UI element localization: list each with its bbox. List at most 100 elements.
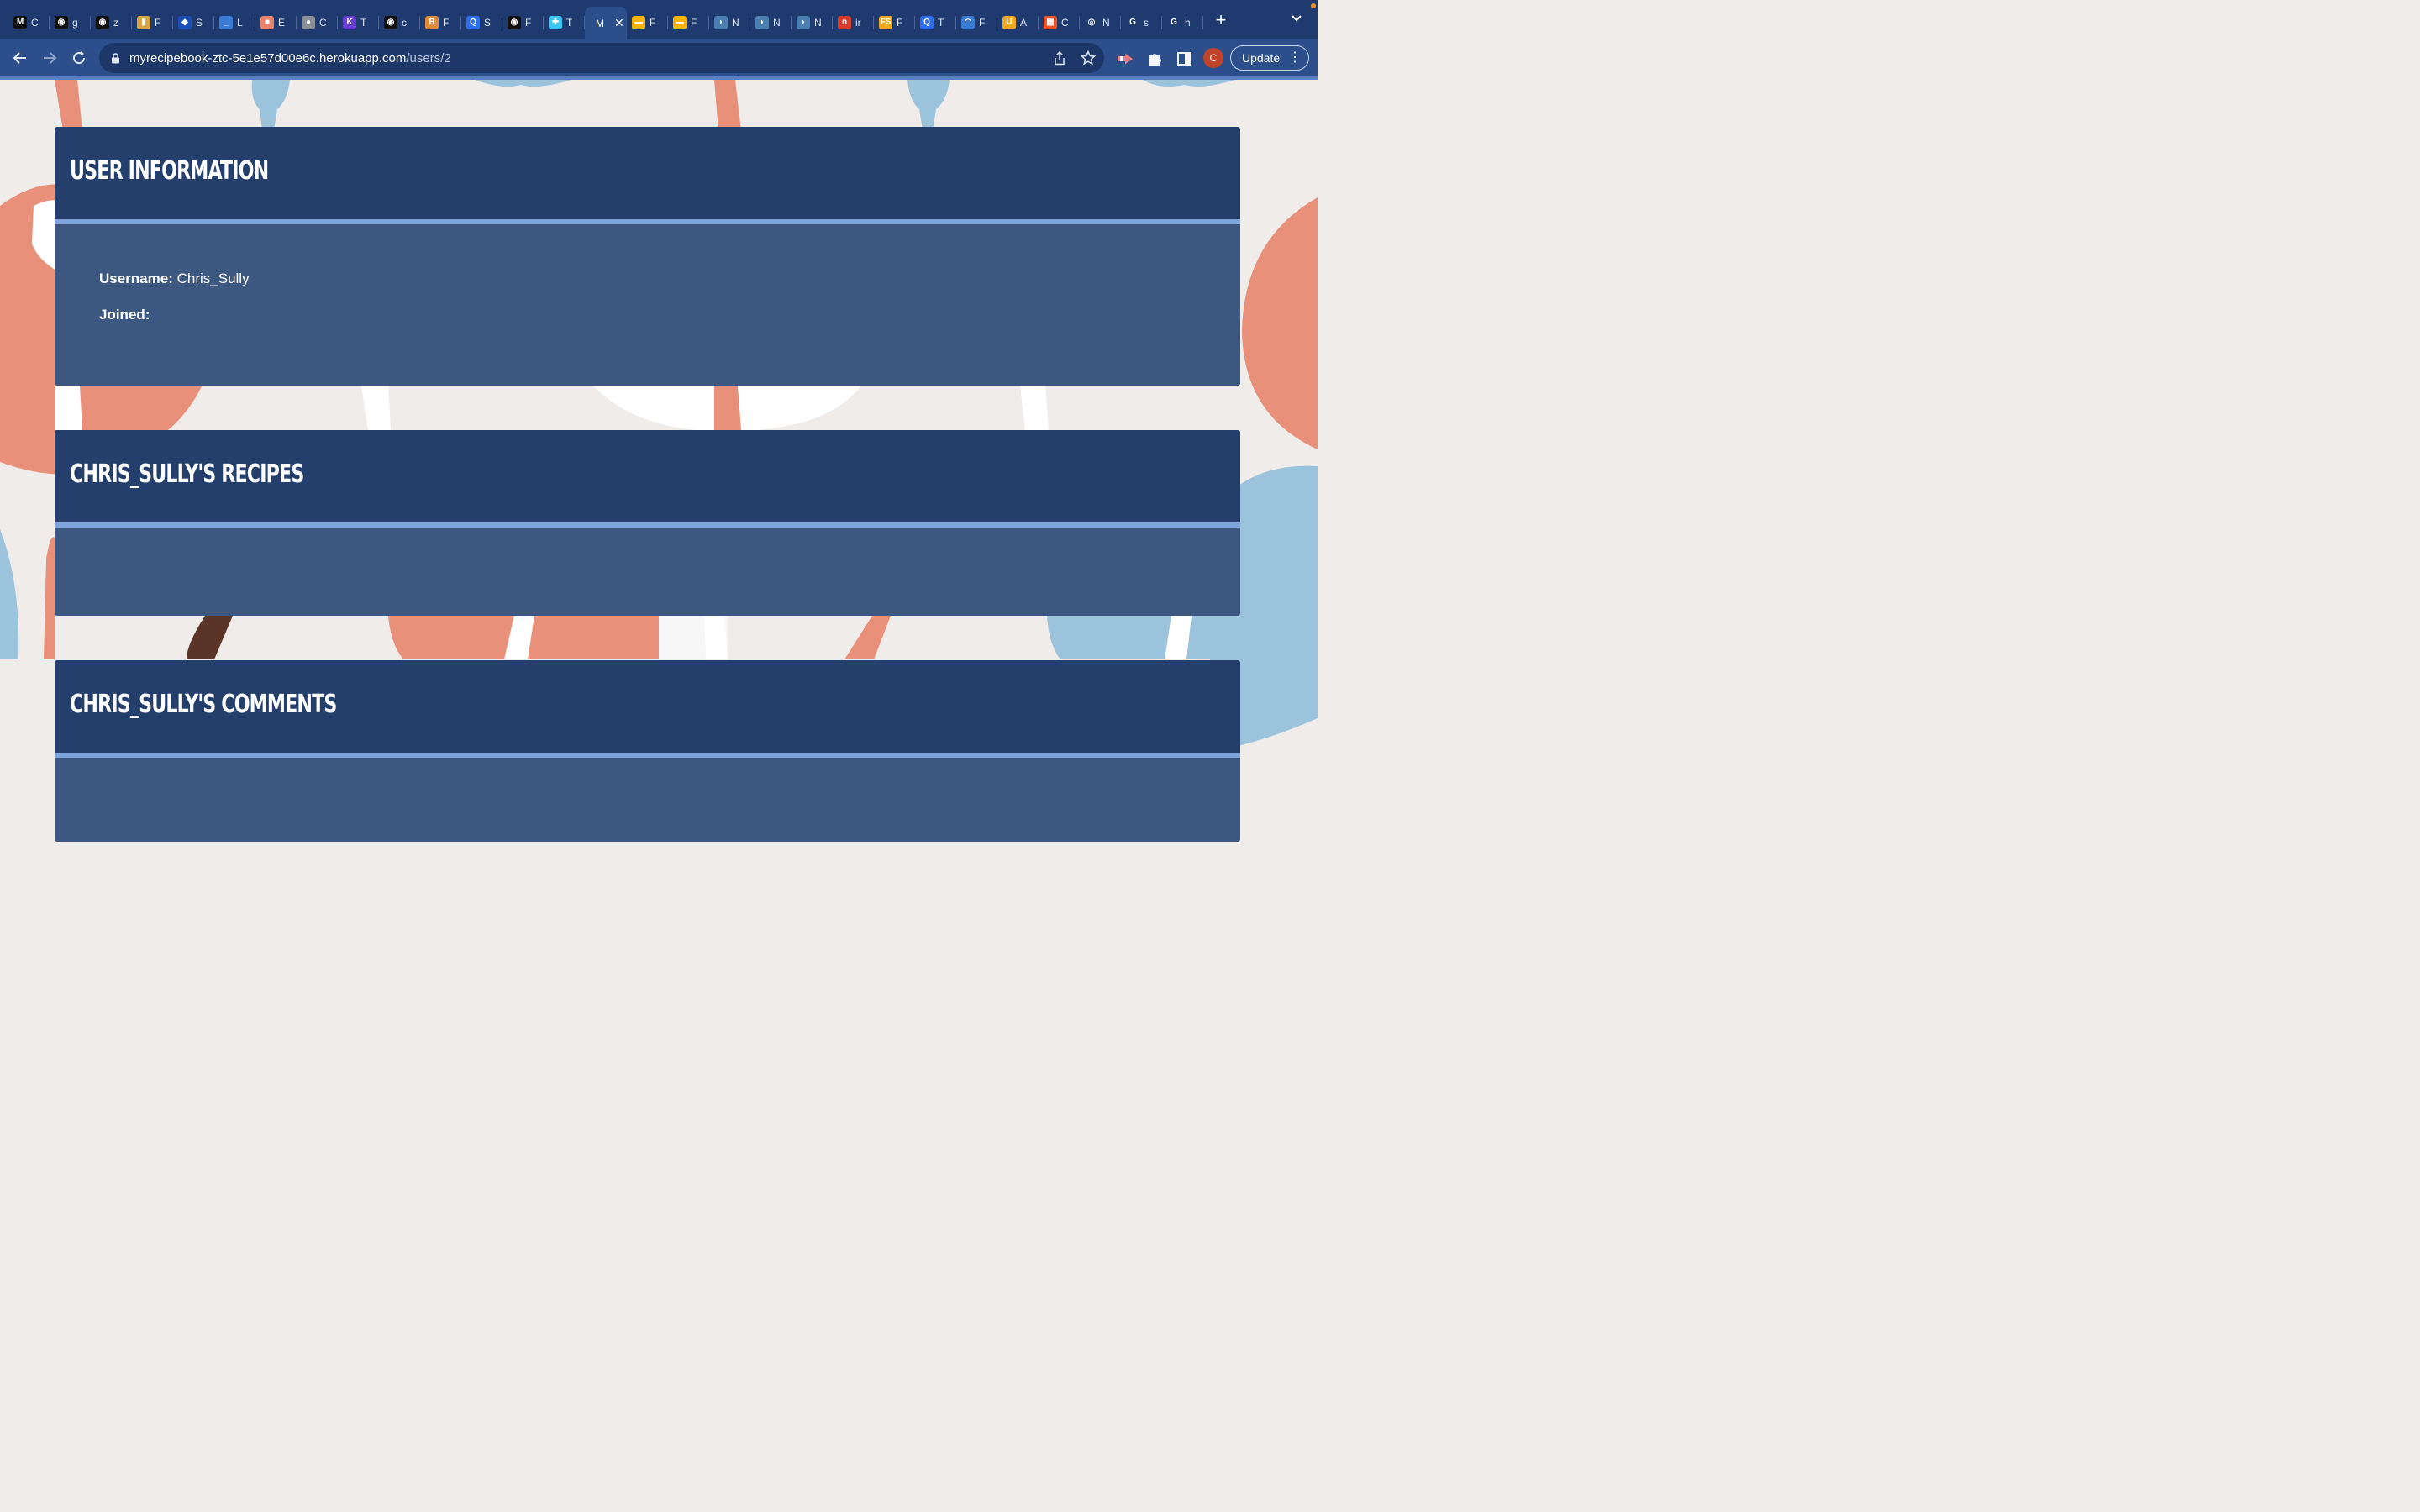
tab-title: S <box>484 16 492 29</box>
tab-title: C <box>319 16 327 29</box>
browser-tab-strip: M C ◉ g ◉ z ▮ F ◆ S _ L ■ E ● C K T ◉ c B F Q S ◉ F ✚ T M ✕ ▬ F ▬ F ◗ N ◗ N ◗ N… <box>0 0 1318 40</box>
tab-title: F <box>979 16 986 29</box>
update-label: Update <box>1242 51 1281 65</box>
username-row: Username: Chris_Sully <box>99 270 250 287</box>
tab-title: S <box>196 16 203 29</box>
windows-icon: ▦ <box>1044 15 1057 29</box>
tab-title: F <box>525 16 532 29</box>
url-path: /users/2 <box>406 50 451 66</box>
browser-tab[interactable]: MC <box>8 8 50 37</box>
browser-tab[interactable]: Gs <box>1121 8 1162 37</box>
browser-tab[interactable]: FS F <box>874 8 915 37</box>
browser-tab[interactable]: QS <box>461 8 502 37</box>
reload-icon <box>73 51 86 65</box>
browser-tab[interactable]: ◎ N <box>1080 8 1121 37</box>
browser-tab[interactable]: ▦ C <box>1039 8 1080 37</box>
github-icon: ◉ <box>508 15 521 29</box>
recipes-body <box>55 528 1240 616</box>
tab-title: A <box>1020 16 1028 29</box>
back-button[interactable] <box>7 45 34 71</box>
chrome-icon: ◎ <box>1087 18 1096 27</box>
leaf-icon: ◗ <box>755 15 769 29</box>
browser-tab[interactable]: ◉ F <box>502 8 544 37</box>
browser-tab[interactable]: ◉ z <box>91 8 132 37</box>
more-menu-icon[interactable]: ⋮ <box>1288 50 1302 66</box>
profile-avatar[interactable]: C <box>1203 48 1223 68</box>
browser-tab[interactable]: ◗ N <box>709 8 750 37</box>
n-icon: n <box>838 15 851 29</box>
u-icon: U <box>1002 15 1016 29</box>
tab-title: s <box>1144 16 1149 29</box>
browser-tab[interactable]: ▮ F <box>132 8 173 37</box>
browser-tab[interactable]: KT <box>338 8 379 37</box>
forward-arrow-icon <box>44 52 57 64</box>
tab-list: M C ◉ g ◉ z ▮ F ◆ S _ L ■ E ● C K T ◉ c B F Q S ◉ F ✚ T M ✕ ▬ F ▬ F ◗ N ◗ N ◗ N… <box>8 0 1203 40</box>
browser-tab[interactable]: ● C <box>297 8 338 37</box>
tab-title: C <box>31 16 39 29</box>
b-icon: B <box>425 15 439 29</box>
share-icon[interactable] <box>1051 50 1068 66</box>
tab-title: F <box>897 16 903 29</box>
browser-tab[interactable]: _ L <box>214 8 255 37</box>
tab-title: z <box>113 16 118 29</box>
update-button[interactable]: Update ⋮ <box>1230 45 1309 71</box>
browser-tab[interactable]: ◆ S <box>173 8 214 37</box>
recipes-card: CHRIS_SULLY'S RECIPES <box>55 430 1240 616</box>
notification-dot <box>1311 3 1316 8</box>
browser-tab[interactable]: n ir <box>833 8 874 37</box>
tab-title: N <box>1102 16 1110 29</box>
user-information-header: USER INFORMATION <box>55 127 1240 219</box>
browser-tab[interactable]: ◉ g <box>50 8 91 37</box>
github-icon: ◉ <box>96 15 109 29</box>
browser-tab[interactable]: ◉ c <box>379 8 420 37</box>
browser-tab[interactable]: BF <box>420 8 461 37</box>
comments-title: CHRIS_SULLY'S COMMENTS <box>70 690 337 719</box>
lock-icon[interactable] <box>109 52 121 64</box>
browser-toolbar: myrecipebook-ztc-5e1e57d00e6c.herokuapp.… <box>0 39 1318 76</box>
address-bar[interactable]: myrecipebook-ztc-5e1e57d00e6c.herokuapp.… <box>99 43 1104 73</box>
browser-tab[interactable]: ◠ F <box>956 8 997 37</box>
browser-tab[interactable]: ◗ N <box>750 8 792 37</box>
tab-title: ir <box>855 16 861 29</box>
browser-tab[interactable]: UA <box>997 8 1039 37</box>
joined-row: Joined: <box>99 307 150 323</box>
reload-button[interactable] <box>66 45 92 71</box>
tab-title: T <box>566 16 573 29</box>
extensions-puzzle-icon[interactable] <box>1145 50 1164 68</box>
forward-button[interactable] <box>36 45 63 71</box>
slack-icon: ✚ <box>549 15 562 29</box>
browser-tab[interactable]: ▬ F <box>627 8 668 37</box>
side-panel-icon[interactable] <box>1175 50 1193 68</box>
tab-title: T <box>360 16 367 29</box>
username-value: Chris_Sully <box>176 270 250 286</box>
gradient-icon: ■ <box>260 15 274 29</box>
github-icon: ◉ <box>55 15 68 29</box>
extension-arrow-icon[interactable] <box>1116 50 1134 68</box>
medium-icon: M <box>13 15 27 29</box>
leaf-icon: ◗ <box>714 15 728 29</box>
globe-icon: ● <box>302 15 315 29</box>
leaf-icon: ◗ <box>797 15 810 29</box>
tab-search-chevron-icon[interactable] <box>1291 12 1302 25</box>
browser-tab-active[interactable]: M ✕ <box>585 6 627 40</box>
tab-title: T <box>938 16 944 29</box>
close-tab-icon[interactable]: ✕ <box>614 16 624 30</box>
username-label: Username: <box>99 270 173 286</box>
q-icon: Q <box>920 15 934 29</box>
browser-tab[interactable]: ▬ F <box>668 8 709 37</box>
underline-icon: _ <box>219 15 233 29</box>
tab-title: L <box>237 16 243 29</box>
recipes-title: CHRIS_SULLY'S RECIPES <box>70 459 304 489</box>
recipes-header: CHRIS_SULLY'S RECIPES <box>55 430 1240 522</box>
browser-tab[interactable]: Gh <box>1162 8 1203 37</box>
tab-title: c <box>402 16 407 29</box>
bookmark-star-icon[interactable] <box>1080 50 1097 66</box>
browser-tab[interactable]: ✚ T <box>544 8 585 37</box>
browser-tab[interactable]: ◗ N <box>792 8 833 37</box>
browser-tab[interactable]: ■ E <box>255 8 297 37</box>
tab-title: N <box>814 16 822 29</box>
new-tab-button[interactable]: + <box>1208 9 1234 31</box>
user-information-card: USER INFORMATION Username: Chris_Sully J… <box>55 127 1240 386</box>
browser-tab[interactable]: QT <box>915 8 956 37</box>
tab-title: g <box>72 16 78 29</box>
